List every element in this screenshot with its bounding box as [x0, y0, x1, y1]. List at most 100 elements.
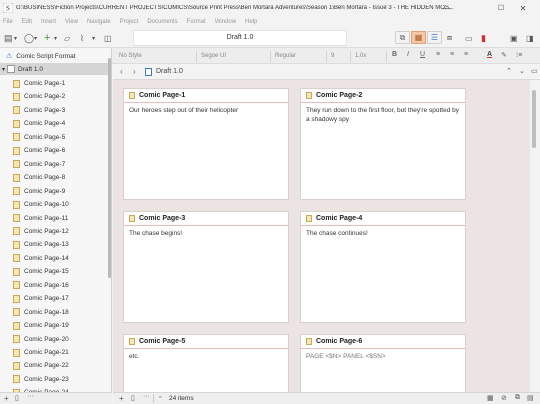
binder-item[interactable]: Comic Page-8 — [0, 171, 108, 184]
paperclip-icon[interactable]: ⌇ — [80, 32, 84, 44]
binder-item[interactable]: Comic Page-14 — [0, 252, 108, 265]
binder-item[interactable]: Comic Page-1 — [0, 77, 108, 90]
add-card-icon[interactable]: + — [119, 394, 124, 403]
chevron-up-icon[interactable]: ⌃ — [506, 67, 512, 75]
bookmark-icon[interactable]: ▮ — [481, 32, 486, 44]
binder-item[interactable]: Comic Page-5 — [0, 131, 108, 144]
italic-button[interactable]: I — [407, 51, 409, 58]
chevron-down-icon[interactable]: ▾ — [54, 32, 57, 44]
menu-format[interactable]: Format — [187, 19, 206, 25]
card-synopsis[interactable]: etc. — [124, 349, 288, 364]
inspector-notes-icon[interactable]: ▭ — [465, 32, 473, 44]
binder-item[interactable]: Comic Page-10 — [0, 198, 108, 211]
scrivenings-view-icon[interactable]: ⧉ — [395, 31, 410, 44]
inspector-toggle-icon[interactable]: ◨ — [526, 32, 534, 44]
binder-item[interactable]: Comic Page-2 — [0, 90, 108, 103]
more-options-icon[interactable]: ··· — [27, 393, 34, 400]
compile-circle-icon[interactable]: ◯ — [24, 32, 34, 44]
index-card[interactable]: Comic Page-3 The chase begins! — [123, 211, 289, 323]
chevron-down-icon[interactable]: ▾ — [92, 32, 95, 44]
menu-project[interactable]: Project — [120, 19, 139, 25]
outliner-view-icon[interactable]: ☰ — [427, 31, 442, 44]
new-folder-icon[interactable]: ▯ — [131, 394, 135, 402]
binder-item[interactable]: Comic Page-15 — [0, 265, 108, 278]
index-card[interactable]: Comic Page-1 Our heroes step out of thei… — [123, 88, 289, 200]
binder-item[interactable]: Comic Page-4 — [0, 117, 108, 130]
binder-item[interactable]: Comic Page-22 — [0, 359, 108, 372]
menu-view[interactable]: View — [65, 19, 78, 25]
menu-insert[interactable]: Insert — [41, 19, 56, 25]
more-options-icon[interactable]: ··· — [143, 393, 150, 400]
binder-item[interactable]: Comic Page-11 — [0, 212, 108, 225]
snapshot-icon[interactable]: ◫ — [104, 32, 112, 44]
binder-item[interactable]: Comic Page-6 — [0, 144, 108, 157]
highlight-icon[interactable]: ✎ — [501, 51, 507, 59]
bold-button[interactable]: B — [392, 51, 397, 58]
line-spacing-select[interactable]: 1.0x — [353, 51, 387, 62]
binder-item[interactable]: Comic Page-23 — [0, 373, 108, 386]
menu-edit[interactable]: Edit — [22, 19, 32, 25]
close-icon[interactable]: ✕ — [506, 0, 540, 16]
binder-item[interactable]: Comic Page-21 — [0, 346, 108, 359]
freeform-view-icon[interactable]: ⊘ — [501, 394, 507, 402]
binder-item[interactable]: Comic Page-20 — [0, 333, 108, 346]
card-synopsis[interactable]: PAGE <$N> PANEL <$SN> — [301, 349, 465, 364]
corkboard-options-icon[interactable]: ▫ — [159, 394, 161, 401]
binder-scrollbar[interactable] — [108, 58, 111, 278]
corkboard-view-icon[interactable]: ▦ — [411, 31, 426, 44]
binder-item[interactable]: Comic Page-19 — [0, 319, 108, 332]
menu-navigate[interactable]: Navigate — [87, 19, 111, 25]
binder-item[interactable]: Comic Page-3 — [0, 104, 108, 117]
binder-item[interactable]: Comic Page-7 — [0, 158, 108, 171]
align-center-icon[interactable]: ≡ — [450, 51, 454, 58]
new-folder-icon[interactable]: ▯ — [15, 394, 19, 402]
back-arrow-icon[interactable]: ‹ — [120, 67, 123, 76]
binder-item[interactable]: Comic Page-9 — [0, 185, 108, 198]
text-color-button[interactable]: A — [487, 51, 492, 58]
binder-item[interactable]: Comic Page-16 — [0, 279, 108, 292]
split-editor-icon[interactable]: ▭ — [531, 67, 538, 75]
binder-item[interactable]: Comic Page-18 — [0, 306, 108, 319]
paragraph-style-select[interactable]: No Style — [117, 51, 197, 62]
font-size-select[interactable]: 9 — [329, 51, 351, 62]
font-family-select[interactable]: Segoe UI — [199, 51, 271, 62]
card-synopsis[interactable]: The chase begins! — [124, 226, 288, 241]
index-card[interactable]: Comic Page-2 They run down to the first … — [300, 88, 466, 200]
minimize-icon[interactable]: — — [430, 0, 464, 16]
binder-item[interactable]: Comic Page-17 — [0, 292, 108, 305]
chevron-down-icon[interactable]: ▾ — [14, 32, 17, 44]
list-icon[interactable]: ⁝≡ — [516, 51, 522, 59]
chevron-down-icon[interactable]: ▾ — [2, 66, 5, 73]
label-view-icon[interactable]: ⧉ — [515, 394, 520, 402]
align-left-icon[interactable]: ≡ — [436, 51, 440, 58]
document-title-field[interactable]: Draft 1.0 — [133, 30, 347, 46]
forward-arrow-icon[interactable]: › — [133, 67, 136, 76]
binder-toggle-icon[interactable]: ▤ — [4, 32, 13, 44]
corkboard-settings-icon[interactable]: ▤ — [527, 394, 534, 402]
add-icon[interactable]: + — [4, 394, 9, 403]
index-card[interactable]: Comic Page-4 The chase continues! — [300, 211, 466, 323]
add-icon[interactable]: + — [44, 32, 50, 44]
corkboard-scrollbar[interactable] — [532, 90, 536, 148]
image-icon[interactable]: ▣ — [510, 32, 518, 44]
folder-icon[interactable]: ▱ — [64, 32, 70, 44]
binder-root-draft[interactable]: ▾ Draft 1.0 — [0, 63, 111, 75]
menu-documents[interactable]: Documents — [147, 19, 177, 25]
menu-window[interactable]: Window — [215, 19, 236, 25]
quick-reference-icon[interactable]: ⧈ — [447, 32, 452, 44]
card-synopsis[interactable]: Our heroes step out of their helicopter — [124, 103, 288, 118]
chevron-down-icon[interactable]: ⌄ — [519, 67, 525, 75]
index-card[interactable]: Comic Page-6 PAGE <$N> PANEL <$SN> — [300, 334, 466, 392]
binder-item[interactable]: Comic Page-12 — [0, 225, 108, 238]
binder-item[interactable]: Comic Page-13 — [0, 238, 108, 251]
menu-help[interactable]: Help — [245, 19, 257, 25]
index-card[interactable]: Comic Page-5 etc. — [123, 334, 289, 392]
grid-view-icon[interactable]: ▦ — [487, 394, 494, 402]
card-synopsis[interactable]: The chase continues! — [301, 226, 465, 241]
binder-format-row[interactable]: ⚠ Comic Script Format — [0, 50, 111, 62]
menu-file[interactable]: File — [3, 19, 13, 25]
font-weight-select[interactable]: Regular — [273, 51, 327, 62]
underline-button[interactable]: U — [420, 51, 425, 58]
chevron-down-icon[interactable]: ▾ — [34, 32, 37, 44]
align-right-icon[interactable]: ≡ — [464, 51, 468, 58]
